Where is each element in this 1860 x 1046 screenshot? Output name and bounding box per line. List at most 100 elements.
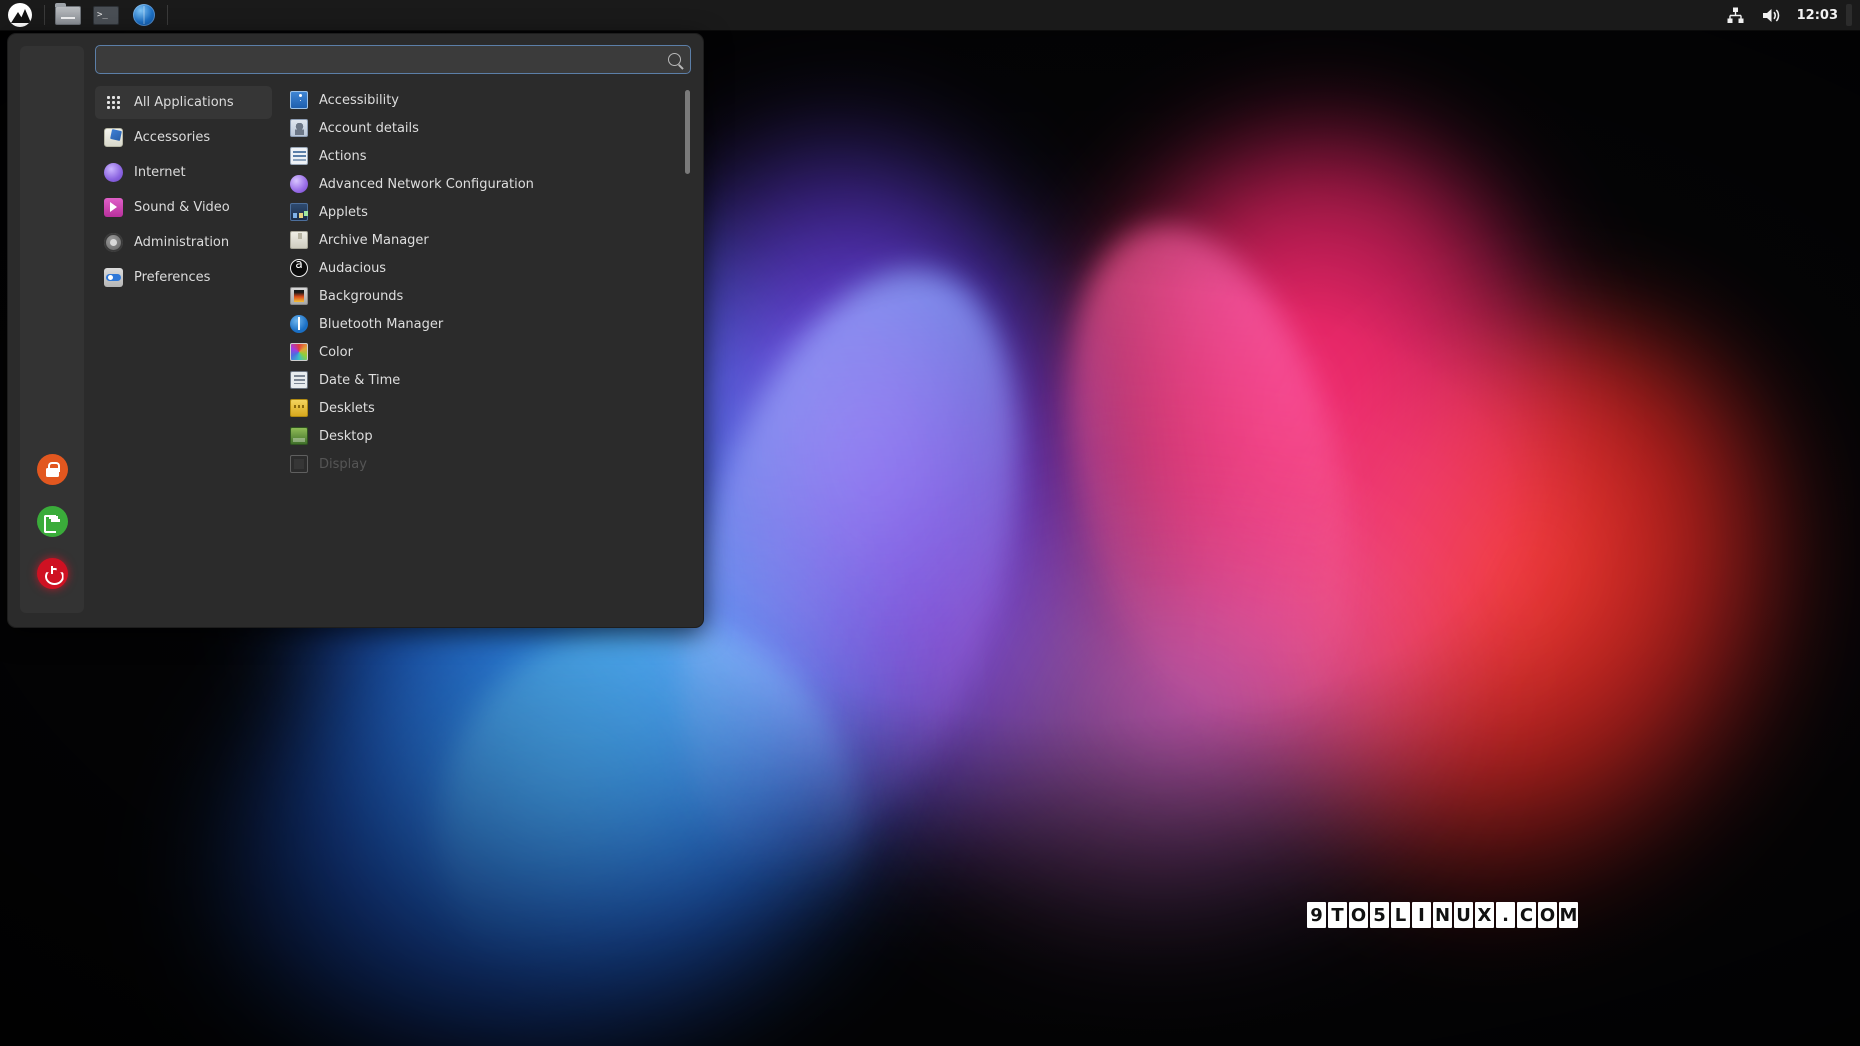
watermark: 9 T O 5 L I N U X . C O M (1307, 902, 1578, 928)
folder-icon (55, 2, 81, 25)
quit-button[interactable] (36, 558, 68, 589)
network-icon[interactable] (1719, 0, 1752, 31)
advanced-network-icon (290, 175, 308, 193)
watermark-char: . (1496, 902, 1515, 928)
applets-icon (290, 203, 308, 221)
category-preferences[interactable]: Preferences (95, 261, 272, 294)
category-label: Administration (134, 235, 230, 250)
scrollbar-thumb[interactable] (684, 90, 690, 174)
system-tray: 12:03 (1719, 0, 1860, 30)
category-list: All Applications Accessories Internet So… (92, 86, 272, 617)
panel-edge-handle[interactable] (1846, 4, 1852, 26)
watermark-char: C (1517, 902, 1536, 928)
files-launcher[interactable] (49, 0, 87, 31)
app-item-backgrounds[interactable]: Backgrounds (282, 282, 681, 310)
bluetooth-icon (290, 315, 308, 333)
display-icon (290, 455, 308, 473)
color-icon (290, 343, 308, 361)
desktop-icon (290, 427, 308, 445)
app-item-actions[interactable]: Actions (282, 142, 681, 170)
terminal-icon: >_ (93, 5, 119, 25)
category-accessories[interactable]: Accessories (95, 121, 272, 154)
category-all-applications[interactable]: All Applications (95, 86, 272, 119)
app-label: Display (319, 456, 367, 472)
grid-icon (104, 93, 123, 112)
app-item-date-time[interactable]: Date & Time (282, 366, 681, 394)
watermark-char: U (1454, 902, 1473, 928)
watermark-char: O (1349, 902, 1368, 928)
watermark-char: L (1391, 902, 1410, 928)
app-label: Account details (319, 120, 419, 136)
app-label: Date & Time (319, 372, 401, 388)
app-item-advanced-network-configuration[interactable]: Advanced Network Configuration (282, 170, 681, 198)
actions-icon (290, 147, 308, 165)
clock[interactable]: 12:03 (1791, 8, 1844, 23)
menu-session-sidebar (8, 34, 92, 627)
app-item-color[interactable]: Color (282, 338, 681, 366)
app-label: Desktop (319, 428, 373, 444)
app-item-account-details[interactable]: Account details (282, 114, 681, 142)
category-label: Sound & Video (134, 200, 230, 215)
list-fade-overlay (272, 583, 681, 617)
watermark-char: I (1412, 902, 1431, 928)
app-item-archive-manager[interactable]: Archive Manager (282, 226, 681, 254)
app-label: Actions (319, 148, 367, 164)
desklets-icon (290, 399, 308, 417)
category-label: Accessories (134, 130, 211, 145)
search-input[interactable] (105, 52, 668, 67)
app-item-accessibility[interactable]: Accessibility (282, 86, 681, 114)
panel-separator (167, 5, 168, 25)
app-item-audacious[interactable]: Audacious (282, 254, 681, 282)
sound-video-icon (104, 198, 123, 217)
cinnamon-mountain-logo (8, 3, 32, 27)
app-item-bluetooth-manager[interactable]: Bluetooth Manager (282, 310, 681, 338)
category-sound-video[interactable]: Sound & Video (95, 191, 272, 224)
date-time-icon (290, 371, 308, 389)
watermark-char: O (1538, 902, 1557, 928)
search-row (92, 45, 693, 74)
watermark-char: M (1559, 902, 1578, 928)
watermark-char: 5 (1370, 902, 1389, 928)
app-item-applets[interactable]: Applets (282, 198, 681, 226)
app-label: Advanced Network Configuration (319, 176, 534, 192)
lock-screen-button[interactable] (36, 454, 68, 485)
menu-panes: All Applications Accessories Internet So… (92, 86, 693, 617)
search-box[interactable] (95, 45, 691, 74)
search-icon[interactable] (668, 53, 681, 66)
archive-manager-icon (290, 231, 308, 249)
menu-button[interactable] (0, 0, 40, 31)
lock-icon (45, 462, 60, 477)
administration-icon (104, 233, 123, 252)
app-label: Archive Manager (319, 232, 429, 248)
network-workgroup-icon (1727, 7, 1744, 23)
preferences-icon (104, 268, 123, 287)
watermark-char: N (1433, 902, 1452, 928)
accessories-icon (104, 128, 123, 147)
logout-icon (44, 514, 60, 533)
application-list-scrollbar[interactable] (681, 86, 693, 617)
app-item-desktop[interactable]: Desktop (282, 422, 681, 450)
browser-launcher[interactable] (125, 0, 163, 31)
watermark-char: 9 (1307, 902, 1326, 928)
app-label: Applets (319, 204, 368, 220)
volume-icon[interactable] (1754, 0, 1789, 31)
watermark-char: X (1475, 902, 1494, 928)
terminal-launcher[interactable]: >_ (87, 0, 125, 31)
account-details-icon (290, 119, 308, 137)
top-panel: >_ 12:03 (0, 0, 1860, 31)
menu-main-area: All Applications Accessories Internet So… (92, 34, 703, 627)
logout-button[interactable] (36, 506, 68, 537)
app-label: Audacious (319, 260, 387, 276)
category-label: Preferences (134, 270, 211, 285)
category-administration[interactable]: Administration (95, 226, 272, 259)
accessibility-icon (290, 91, 308, 109)
app-item-desklets[interactable]: Desklets (282, 394, 681, 422)
application-list: Accessibility Account details Actions Ad… (272, 86, 681, 617)
internet-icon (104, 163, 123, 182)
power-icon (45, 566, 60, 581)
app-item-display[interactable]: Display (282, 450, 681, 478)
application-menu: All Applications Accessories Internet So… (7, 33, 704, 628)
globe-icon (133, 4, 155, 26)
app-label: Color (319, 344, 353, 360)
category-internet[interactable]: Internet (95, 156, 272, 189)
